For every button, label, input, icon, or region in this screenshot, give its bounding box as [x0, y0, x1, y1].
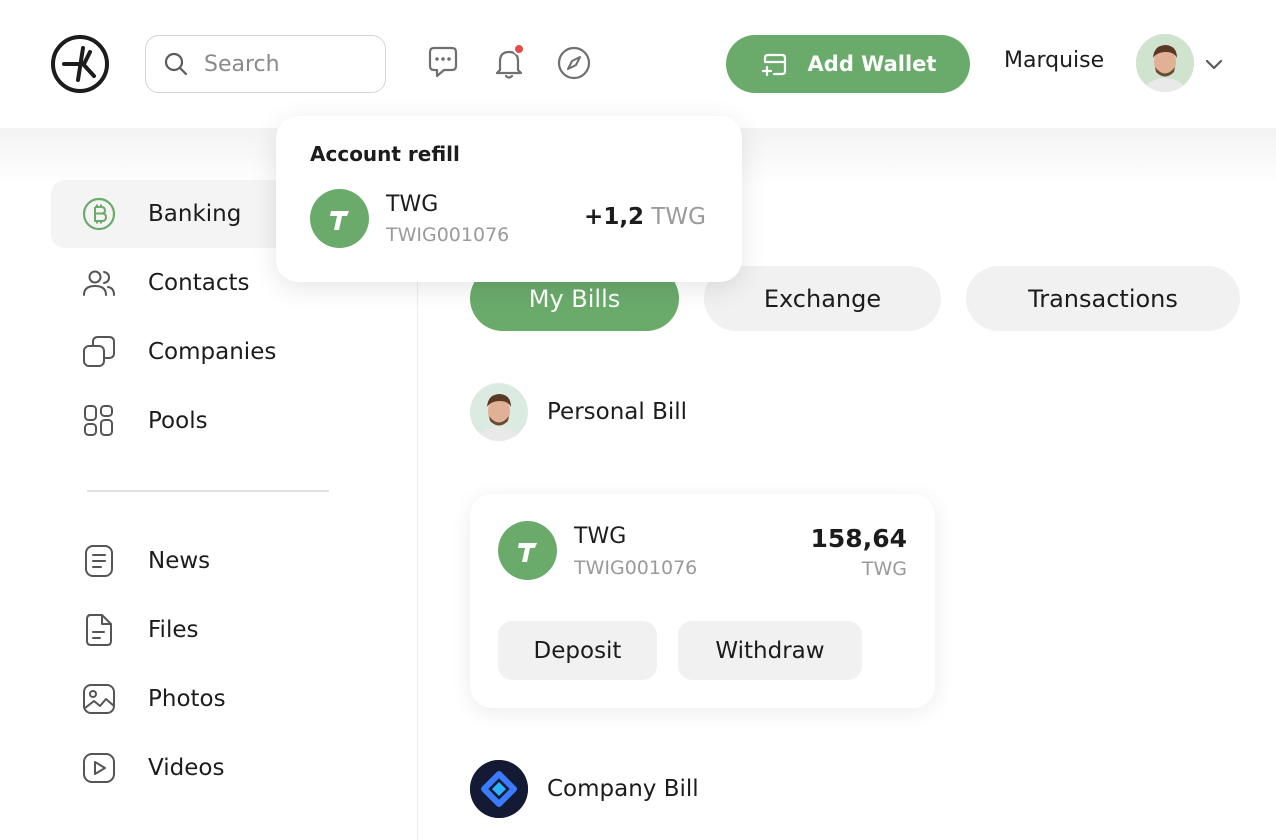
withdraw-button[interactable]: Withdraw	[678, 621, 862, 680]
bill-amount: 158,64	[810, 524, 907, 553]
search-icon	[164, 52, 188, 76]
popover-amount: +1,2 TWG	[584, 204, 706, 230]
tab-transactions[interactable]: Transactions	[966, 266, 1240, 331]
top-bar: Add Wallet Marquise	[0, 0, 1276, 128]
personal-bill-header: Personal Bill	[470, 383, 687, 441]
file-icon	[86, 614, 112, 646]
sidebar-item-files[interactable]: Files	[51, 596, 351, 664]
popover-account-id: TWIG001076	[386, 224, 510, 246]
bill-currency-name: TWG	[574, 524, 627, 549]
news-icon	[85, 545, 113, 577]
personal-avatar-image	[470, 383, 528, 441]
tab-label: Transactions	[1028, 284, 1178, 313]
popover-amount-value: +1,2	[584, 204, 645, 230]
wallet-add-icon	[761, 53, 786, 77]
sidebar-item-label: Photos	[148, 686, 226, 712]
sidebar-item-label: Pools	[148, 408, 208, 434]
sidebar-item-label: News	[148, 548, 211, 574]
company-bill-title: Company Bill	[547, 776, 699, 802]
sidebar-item-pools[interactable]: Pools	[51, 387, 351, 455]
tab-label: My Bills	[528, 284, 621, 313]
bill-currency: TWG	[861, 558, 907, 580]
sidebar-item-companies[interactable]: Companies	[51, 318, 351, 386]
chat-icon[interactable]	[424, 44, 462, 82]
bill-card: TWG TWIG001076 158,64 TWG Deposit Withdr…	[470, 494, 935, 708]
twg-logo-icon	[517, 542, 537, 562]
sidebar-item-label: Companies	[148, 339, 277, 365]
tab-exchange[interactable]: Exchange	[704, 266, 941, 331]
bitcoin-circle-icon	[82, 197, 116, 231]
company-logo-icon	[470, 760, 528, 818]
deposit-button[interactable]: Deposit	[498, 621, 657, 680]
twg-logo-icon	[329, 210, 349, 230]
tab-label: Exchange	[763, 284, 882, 313]
sidebar-item-photos[interactable]: Photos	[51, 665, 351, 733]
video-icon	[83, 753, 115, 783]
notification-dot	[513, 43, 525, 55]
sidebar-separator	[87, 490, 329, 492]
grid-icon	[84, 405, 113, 436]
companies-icon	[83, 336, 115, 367]
add-wallet-button[interactable]: Add Wallet	[726, 35, 970, 93]
withdraw-label: Withdraw	[715, 637, 825, 664]
logo-icon[interactable]	[50, 34, 110, 94]
sidebar-item-label: Files	[148, 617, 199, 643]
user-avatar-image	[1136, 34, 1194, 92]
popover-amount-currency: TWG	[651, 204, 706, 230]
sidebar-item-label: Contacts	[148, 270, 250, 296]
company-bill-header: Company Bill	[470, 760, 699, 818]
compass-icon[interactable]	[555, 44, 593, 82]
users-icon	[83, 270, 115, 296]
user-name[interactable]: Marquise	[1004, 48, 1104, 73]
search-input[interactable]	[204, 51, 374, 77]
user-avatar[interactable]	[1136, 34, 1194, 92]
personal-bill-avatar	[470, 383, 528, 441]
add-wallet-label: Add Wallet	[807, 52, 937, 76]
sidebar-item-label: Banking	[148, 201, 242, 227]
popover-currency-name: TWG	[386, 192, 439, 217]
personal-bill-title: Personal Bill	[547, 399, 688, 425]
twg-coin	[310, 189, 369, 248]
deposit-label: Deposit	[533, 637, 622, 664]
image-icon	[83, 684, 115, 714]
sidebar-item-videos[interactable]: Videos	[51, 734, 351, 802]
chevron-down-icon[interactable]	[1202, 52, 1226, 76]
sidebar-item-label: Videos	[148, 755, 225, 781]
bill-account-id: TWIG001076	[574, 557, 698, 579]
sidebar-item-news[interactable]: News	[51, 527, 351, 595]
popover-title: Account refill	[310, 142, 460, 166]
twg-coin	[498, 521, 557, 580]
search-box[interactable]	[145, 35, 386, 93]
notification-popover[interactable]: Account refill TWG TWIG001076 +1,2 TWG	[276, 116, 742, 282]
company-logo-image	[470, 760, 528, 818]
